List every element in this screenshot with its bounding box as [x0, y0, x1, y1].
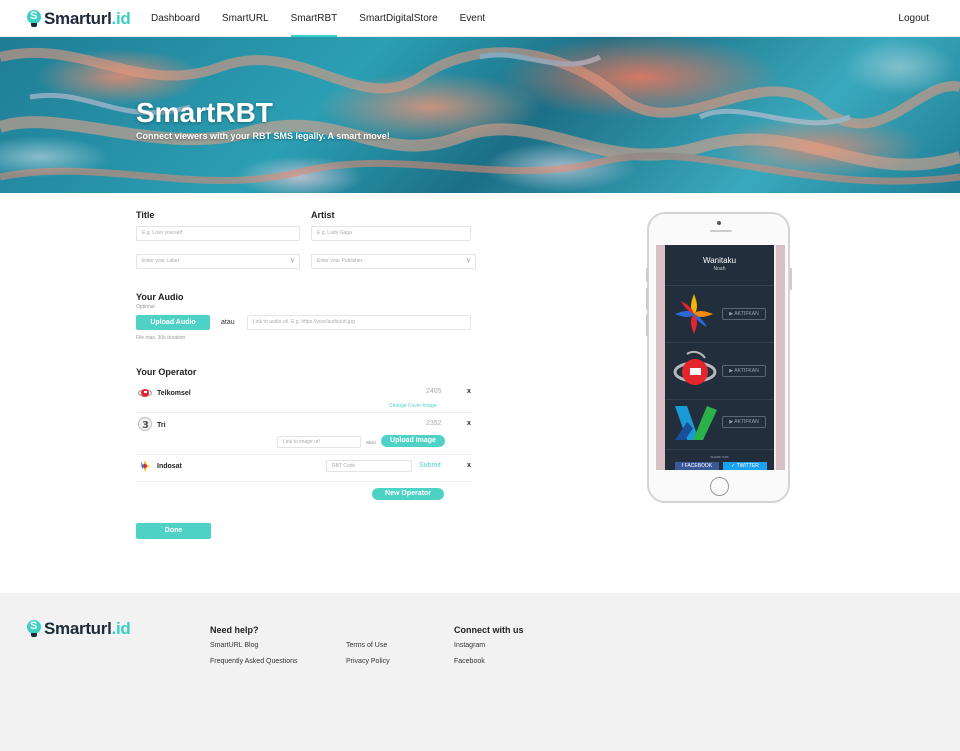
phone-preview: Wanitaku Noah ▶ AKTIFKAN ▶ AKTIFKAN ▶ AK…	[646, 212, 792, 503]
publisher-select-value: Enter your Publisher	[317, 258, 363, 264]
telkomsel-logo-icon	[138, 389, 152, 397]
operator-label: Your Operator	[136, 367, 197, 377]
lightbulb-s-icon	[27, 620, 41, 638]
preview-row-xl: ▶ AKTIFKAN	[665, 400, 774, 450]
preview-row-indosat: ▶ AKTIFKAN	[665, 286, 774, 343]
operator-name: Telkomsel	[157, 390, 191, 397]
new-operator-button[interactable]: New Operator	[372, 488, 444, 500]
nav-event[interactable]: Event	[460, 0, 486, 37]
nav-dashboard[interactable]: Dashboard	[151, 0, 200, 37]
footer-link-facebook[interactable]: Facebook	[454, 658, 485, 665]
footer-link-blog[interactable]: SmartURL Blog	[210, 642, 258, 649]
audio-url-input[interactable]: Link to audio url. E.g. https://your/aud…	[247, 315, 471, 330]
image-url-input[interactable]: Link to image url	[277, 436, 361, 448]
brand-logo[interactable]: Smarturl.id	[27, 9, 131, 29]
rbt-preview-page: Wanitaku Noah ▶ AKTIFKAN ▶ AKTIFKAN ▶ AK…	[665, 245, 774, 470]
publisher-select[interactable]: Enter your Publisher v	[311, 254, 476, 269]
logout-link[interactable]: Logout	[898, 0, 929, 37]
footer-link-faq[interactable]: Frequently Asked Questions	[210, 658, 298, 665]
share-label: SHARE THIS	[710, 455, 729, 459]
preview-artist: Noah	[713, 266, 726, 272]
lightbulb-s-icon	[27, 10, 41, 28]
footer: Smarturl.id Need help? SmartURL Blog Fre…	[0, 593, 960, 751]
activate-button[interactable]: ▶ AKTIFKAN	[722, 365, 766, 377]
rbt-code[interactable]: 2352	[426, 420, 442, 427]
preview-song-title: Wanitaku	[702, 256, 737, 265]
twitter-share-button[interactable]: ✓ TWITTER	[723, 462, 767, 470]
nav-smartrbt[interactable]: SmartRBT	[290, 0, 337, 37]
artist-input[interactable]: E.g. Lady Gaga	[311, 226, 471, 241]
nav-links: Dashboard SmartURL SmartRBT SmartDigital…	[151, 0, 507, 37]
camera-icon	[717, 221, 721, 225]
svg-text:3: 3	[142, 420, 149, 431]
upload-image-button[interactable]: Upload Image	[381, 435, 445, 447]
hero-subtitle: Connect viewers with your RBT SMS legall…	[136, 131, 390, 141]
label-select[interactable]: Enter your Label v	[136, 254, 300, 269]
footer-connect-heading: Connect with us	[454, 625, 524, 635]
nav-smarturl[interactable]: SmartURL	[222, 0, 269, 37]
brand-name: Smarturl	[44, 619, 112, 638]
speaker-icon	[710, 230, 732, 232]
footer-link-instagram[interactable]: Instagram	[454, 642, 485, 649]
upload-audio-button[interactable]: Upload Audio	[136, 315, 210, 330]
footer-link-privacy[interactable]: Privacy Policy	[346, 658, 390, 665]
title-label: Title	[136, 210, 155, 220]
chevron-down-icon: v	[467, 258, 470, 264]
nav-smartdigitalstore[interactable]: SmartDigitalStore	[359, 0, 437, 37]
brand-name: Smarturl	[44, 9, 112, 28]
operator-row-tri: 3 Tri 2352 x Link to image url atau Uplo…	[136, 415, 472, 455]
image-or-text: atau	[366, 440, 376, 446]
facebook-share-button[interactable]: f FACEBOOK	[675, 462, 719, 470]
hero-banner: SmartRBT Connect viewers with your RBT S…	[0, 37, 960, 193]
footer-logo[interactable]: Smarturl.id	[27, 619, 131, 639]
rbt-form: Title E.g. Love yourself Artist E.g. Lad…	[0, 193, 960, 593]
indosat-logo-icon	[139, 460, 151, 472]
operator-name: Tri	[157, 422, 166, 429]
hero-title: SmartRBT	[136, 97, 273, 128]
chevron-down-icon: v	[291, 258, 294, 264]
indosat-logo-icon	[675, 294, 713, 334]
label-select-value: Enter your Label	[142, 258, 179, 264]
audio-label: Your Audio	[136, 292, 184, 302]
remove-operator-button[interactable]: x	[467, 388, 471, 395]
remove-operator-button[interactable]: x	[467, 462, 471, 469]
rbt-code[interactable]: 2405	[426, 388, 442, 395]
home-button-icon	[710, 477, 729, 496]
remove-operator-button[interactable]: x	[467, 420, 471, 427]
phone-screen: Wanitaku Noah ▶ AKTIFKAN ▶ AKTIFKAN ▶ AK…	[656, 245, 785, 470]
footer-link-terms[interactable]: Terms of Use	[346, 642, 387, 649]
title-input[interactable]: E.g. Love yourself	[136, 226, 300, 241]
rbt-code-input[interactable]: RBT Code	[326, 460, 412, 472]
audio-note: File max. 30s duration	[136, 335, 186, 341]
telkomsel-logo-icon	[673, 350, 717, 385]
activate-button[interactable]: ▶ AKTIFKAN	[722, 416, 766, 428]
brand-suffix: .id	[111, 9, 131, 28]
top-navbar: Smarturl.id Dashboard SmartURL SmartRBT …	[0, 0, 960, 37]
operator-row-telkomsel: Telkomsel 2405 x Change Cover Image	[136, 383, 472, 413]
change-cover-image-link[interactable]: Change Cover Image	[389, 403, 437, 409]
done-button[interactable]: Done	[136, 523, 211, 539]
operator-name: Indosat	[157, 463, 182, 470]
artist-label: Artist	[311, 210, 335, 220]
activate-button[interactable]: ▶ AKTIFKAN	[722, 308, 766, 320]
tri-logo-icon: 3	[138, 417, 152, 431]
audio-optional: Optional	[136, 304, 155, 310]
footer-help-heading: Need help?	[210, 625, 259, 635]
submit-code-link[interactable]: Submit	[419, 462, 441, 469]
xl-logo-icon	[675, 406, 717, 440]
audio-or-text: atau	[221, 319, 235, 326]
brand-suffix: .id	[111, 619, 131, 638]
operator-row-indosat: Indosat RBT Code Submit x	[136, 457, 472, 482]
preview-row-telkomsel: ▶ AKTIFKAN	[665, 343, 774, 400]
